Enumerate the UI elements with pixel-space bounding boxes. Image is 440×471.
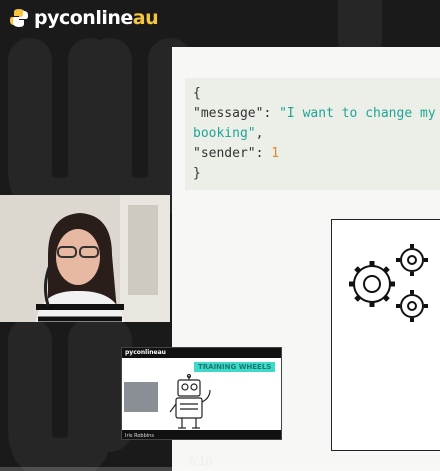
thumbnail-webcam: [124, 382, 158, 412]
video-progress-bar[interactable]: [0, 467, 440, 471]
hover-timestamp: 5:10: [189, 454, 213, 468]
logo-wordmark: pyconlineau: [34, 7, 159, 29]
video-thumbnail-preview[interactable]: pyconlineau TRAINING WHEELS Iris Robbins: [121, 347, 282, 440]
robot-icon: [169, 374, 211, 429]
thumbnail-speaker-name: Iris Robbins: [125, 433, 154, 439]
code-line: "sender": 1: [193, 146, 280, 161]
thumbnail-slide-title: TRAINING WHEELS: [194, 362, 276, 372]
speaker-webcam: [0, 195, 170, 322]
code-line: }: [193, 166, 201, 181]
gears-icon: [349, 244, 428, 322]
code-line: "message": "I want to change my: [193, 106, 436, 121]
pyconline-logo: pyconlineau: [8, 6, 159, 30]
python-logo-icon: [10, 9, 28, 27]
json-code-block: { "message": "I want to change my bookin…: [185, 78, 440, 190]
thumbnail-logo: pyconlineau: [125, 349, 166, 356]
speaker-video: [0, 195, 170, 322]
code-line: booking",: [193, 126, 264, 141]
code-line: {: [193, 86, 201, 101]
